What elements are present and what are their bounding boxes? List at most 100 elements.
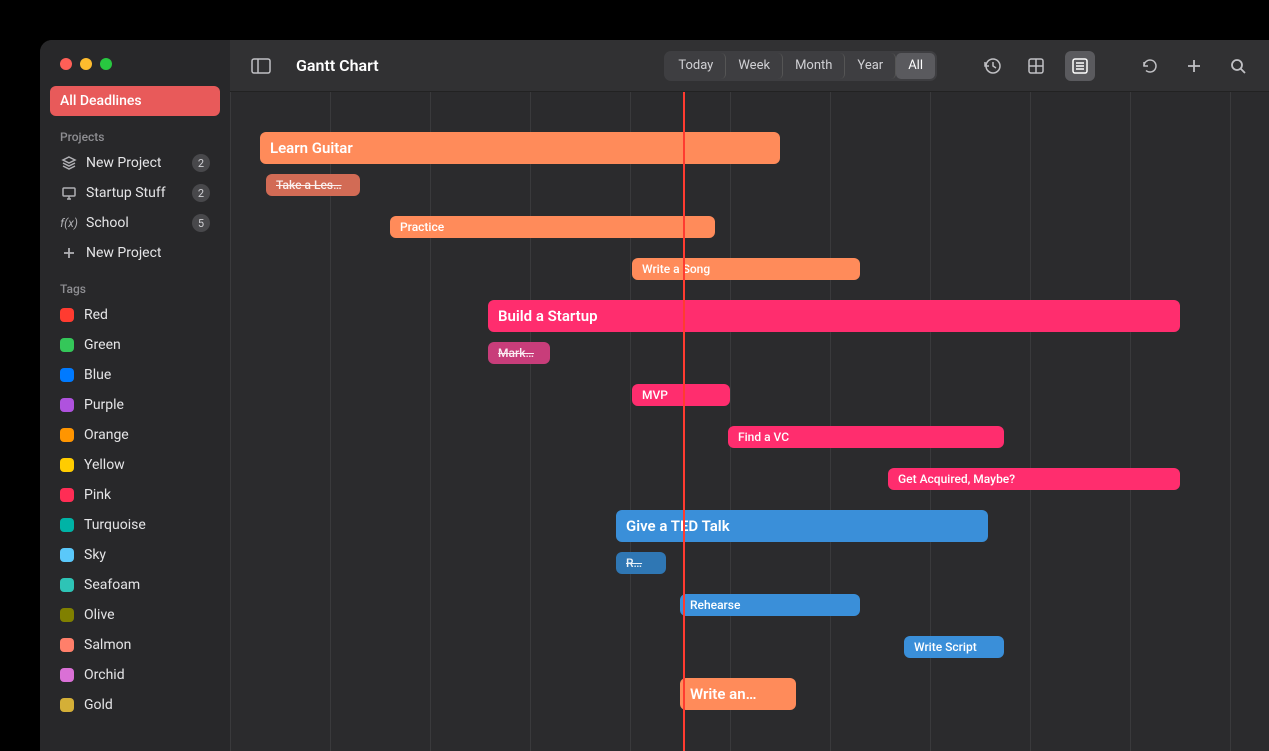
search-button[interactable] [1223,51,1253,81]
today-indicator [683,92,685,751]
sidebar-tag-item[interactable]: Blue [50,360,220,390]
sidebar-tag-item[interactable]: Gold [50,690,220,720]
range-month[interactable]: Month [783,53,845,79]
tag-label: Olive [84,607,115,623]
gantt-bar-label: Take a Les… [276,178,342,192]
toggle-sidebar-button[interactable] [246,51,276,81]
project-label: New Project [86,155,162,171]
display-icon [60,185,78,201]
tag-color-swatch [60,308,74,322]
grid-view-button[interactable] [1021,51,1051,81]
tag-label: Purple [84,397,124,413]
gantt-bar[interactable]: Write a Song [632,258,860,280]
tag-label: Yellow [84,457,125,473]
project-badge: 2 [192,154,210,172]
tag-label: Blue [84,367,111,383]
gantt-bar[interactable]: MVP [632,384,730,406]
sidebar-tag-item[interactable]: Olive [50,600,220,630]
gantt-bar[interactable]: R… [616,552,666,574]
sidebar-tag-item[interactable]: Pink [50,480,220,510]
sidebar-project-item[interactable]: f(x)School5 [50,208,220,238]
tag-color-swatch [60,518,74,532]
range-today[interactable]: Today [666,53,726,79]
gantt-bar-label: Practice [400,220,444,234]
gantt-bar[interactable]: Mark… [488,342,550,364]
sidebar-all-deadlines[interactable]: All Deadlines [50,86,220,116]
gantt-bar-label: Learn Guitar [270,139,353,157]
gantt-bar[interactable]: Write an… [680,678,796,710]
history-button[interactable] [977,51,1007,81]
gantt-bar[interactable]: Give a TED Talk [616,510,988,542]
gantt-bar[interactable]: Take a Les… [266,174,360,196]
grid-line [1030,92,1031,751]
minimize-window[interactable] [80,58,92,70]
tag-color-swatch [60,608,74,622]
gantt-bar[interactable]: Learn Guitar [260,132,780,164]
range-all[interactable]: All [896,53,935,79]
range-year[interactable]: Year [845,53,896,79]
gantt-bar[interactable]: Write Script [904,636,1004,658]
tag-label: Seafoam [84,577,140,593]
tag-color-swatch [60,458,74,472]
sidebar-project-item[interactable]: Startup Stuff2 [50,178,220,208]
gantt-bar[interactable]: Find a VC [728,426,1004,448]
gantt-bar-label: Get Acquired, Maybe? [898,472,1015,486]
sidebar-tag-item[interactable]: Sky [50,540,220,570]
sidebar: All Deadlines Projects New Project 2 Start… [40,40,230,751]
sidebar-tag-item[interactable]: Seafoam [50,570,220,600]
sidebar-tag-item[interactable]: Red [50,300,220,330]
close-window[interactable] [60,58,72,70]
tag-label: Orchid [84,667,125,683]
grid-line [1130,92,1131,751]
tag-color-swatch [60,428,74,442]
tag-color-swatch [60,338,74,352]
plus-icon [60,246,78,260]
app-window: All Deadlines Projects New Project 2 Start… [40,40,1269,751]
grid-line [730,92,731,751]
sidebar-project-item[interactable]: New Project [50,238,220,268]
gantt-bar-label: Mark… [498,346,534,360]
sidebar-projects-header: Projects [50,116,220,148]
project-label: Startup Stuff [86,185,166,201]
window-controls [50,40,220,86]
grid-line [1230,92,1231,751]
list-view-button[interactable] [1065,51,1095,81]
tag-color-swatch [60,638,74,652]
stack-icon [60,155,78,171]
page-title: Gantt Chart [296,56,379,75]
gantt-bar-label: R… [626,556,642,570]
tag-label: Orange [84,427,129,443]
sidebar-tag-item[interactable]: Orchid [50,660,220,690]
gantt-chart[interactable]: Learn Guitar Take a Les… Practice Write a S… [230,92,1269,751]
tag-color-swatch [60,488,74,502]
sidebar-tag-item[interactable]: Salmon [50,630,220,660]
tag-color-swatch [60,398,74,412]
project-label: New Project [86,245,162,261]
gantt-bar[interactable]: Build a Startup [488,300,1180,332]
zoom-window[interactable] [100,58,112,70]
gantt-bar-label: Write Script [914,640,977,654]
refresh-button[interactable] [1135,51,1165,81]
tag-label: Salmon [84,637,131,653]
sidebar-tag-item[interactable]: Turquoise [50,510,220,540]
sidebar-tag-item[interactable]: Yellow [50,450,220,480]
tag-color-swatch [60,368,74,382]
tag-label: Pink [84,487,111,503]
range-week[interactable]: Week [726,53,783,79]
sidebar-tag-item[interactable]: Purple [50,390,220,420]
sidebar-tag-item[interactable]: Orange [50,420,220,450]
sidebar-project-item[interactable]: New Project 2 [50,148,220,178]
gantt-bar[interactable]: Rehearse [680,594,860,616]
fx-icon: f(x) [60,216,78,230]
sidebar-tag-item[interactable]: Green [50,330,220,360]
tag-color-swatch [60,698,74,712]
grid-line [630,92,631,751]
gantt-bar[interactable]: Practice [390,216,715,238]
add-button[interactable] [1179,51,1209,81]
tag-color-swatch [60,548,74,562]
toolbar: Gantt Chart TodayWeekMonthYearAll [230,40,1269,92]
tag-label: Sky [84,547,106,563]
main-area: Gantt Chart TodayWeekMonthYearAll [230,40,1269,751]
gantt-bar[interactable]: Get Acquired, Maybe? [888,468,1180,490]
tag-color-swatch [60,578,74,592]
